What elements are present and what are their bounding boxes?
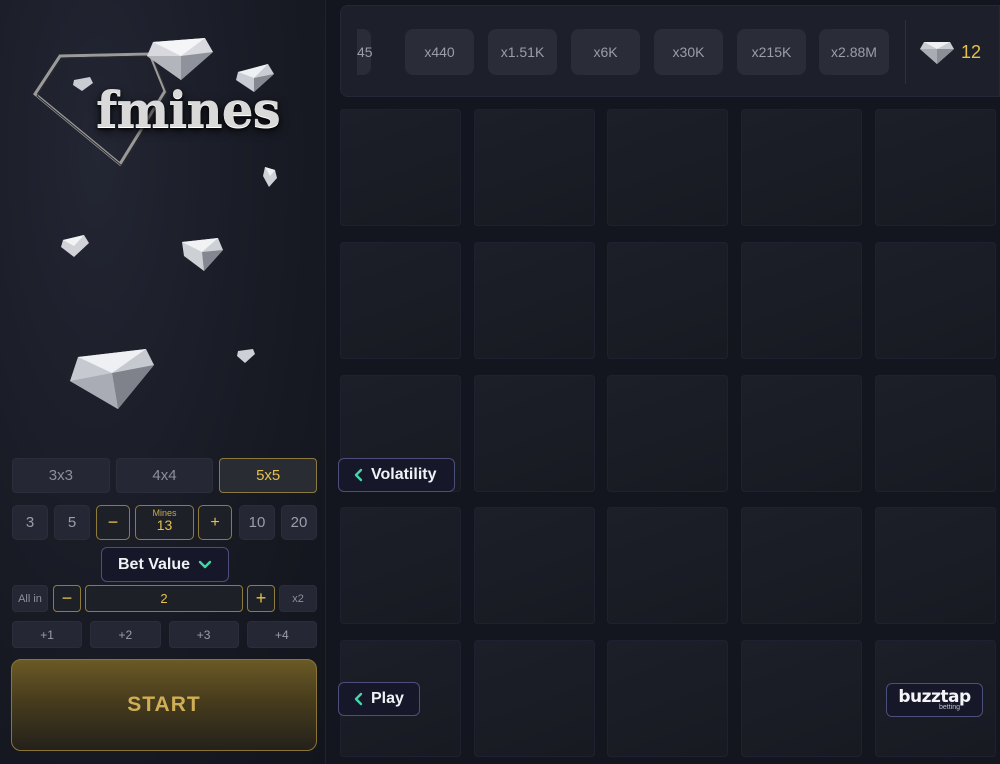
mines-increase-button[interactable]: + [198, 505, 232, 540]
multiplier-chip: x6K [571, 29, 640, 75]
grid-tile[interactable] [875, 242, 996, 359]
all-in-button[interactable]: All in [12, 585, 48, 612]
grid-size-3x3[interactable]: 3x3 [12, 458, 110, 493]
volatility-button[interactable]: Volatility [338, 458, 455, 492]
multiplier-chip: x2.88M [819, 29, 889, 75]
grid-tile[interactable] [474, 507, 595, 624]
chevron-down-icon [198, 560, 212, 568]
grid-tile[interactable] [607, 109, 728, 226]
gem-count-value: 12 [961, 41, 982, 62]
bet-decrease-button[interactable]: − [53, 585, 81, 612]
mines-preset-5[interactable]: 5 [54, 505, 90, 540]
mines-value: 13 [156, 517, 173, 533]
multiplier-chip: x215K [737, 29, 806, 75]
grid-tile[interactable] [607, 640, 728, 757]
multiplier-chip: x30K [654, 29, 723, 75]
bet-increase-button[interactable]: + [247, 585, 275, 612]
diamond-icon [236, 64, 274, 92]
diamond-icon [73, 77, 93, 91]
chevron-left-icon [354, 468, 363, 482]
start-button[interactable]: START [11, 659, 317, 751]
grid-tile[interactable] [875, 375, 996, 492]
play-label: Play [371, 690, 404, 707]
chevron-left-icon [354, 692, 363, 706]
mines-decrease-button[interactable]: − [96, 505, 130, 540]
multiplier-chip: x1.51K [488, 29, 557, 75]
grid-tile[interactable] [741, 640, 862, 757]
brand-subtitle: betting [938, 704, 961, 711]
grid-tile[interactable] [741, 242, 862, 359]
diamond-icon [147, 38, 213, 80]
grid-tile[interactable] [474, 640, 595, 757]
grid-tile[interactable] [474, 375, 595, 492]
grid-tile[interactable] [340, 507, 461, 624]
bet-amount[interactable]: 2 [85, 585, 243, 612]
bet-add-2-button[interactable]: +2 [90, 621, 161, 648]
mines-preset-3[interactable]: 3 [12, 505, 48, 540]
grid-tile[interactable] [875, 507, 996, 624]
bet-increment-buttons: +1 +2 +3 +4 [12, 621, 317, 648]
diamond-icon [182, 238, 223, 271]
diamond-icon [61, 235, 89, 257]
bet-value-toggle[interactable]: Bet Value [101, 547, 229, 582]
bet-controls: All in − 2 + x2 [12, 585, 317, 612]
bet-double-button[interactable]: x2 [279, 585, 317, 612]
mines-preset-10[interactable]: 10 [239, 505, 275, 540]
grid-tile[interactable] [607, 242, 728, 359]
grid-tile[interactable] [474, 109, 595, 226]
brand-name: buzztap [898, 687, 971, 707]
grid-tile[interactable] [340, 109, 461, 226]
grid-tile[interactable] [741, 109, 862, 226]
grid-size-4x4[interactable]: 4x4 [115, 458, 214, 493]
grid-tile[interactable] [607, 507, 728, 624]
divider [905, 20, 906, 84]
mines-preset-20[interactable]: 20 [281, 505, 317, 540]
diamond-icon [237, 349, 255, 363]
grid-tile[interactable] [741, 507, 862, 624]
grid-tile[interactable] [875, 109, 996, 226]
grid-tile[interactable] [474, 242, 595, 359]
multiplier-chip: x440 [405, 29, 474, 75]
gem-counter: 12 [919, 39, 981, 65]
diamond-icon [920, 42, 954, 64]
grid-size-selector: 3x3 4x4 5x5 [12, 458, 318, 493]
play-button[interactable]: Play [338, 682, 420, 716]
bet-add-1-button[interactable]: +1 [12, 621, 83, 648]
grid-tile[interactable] [607, 375, 728, 492]
control-panel: fmines 3x3 4x4 5x5 3 5 − Mines 13 + 10 2… [0, 0, 326, 764]
brand-logo[interactable]: buzztap betting [886, 683, 983, 717]
grid-size-5x5[interactable]: 5x5 [219, 458, 318, 493]
volatility-label: Volatility [371, 466, 437, 483]
bet-add-4-button[interactable]: +4 [246, 621, 317, 648]
mines-selector: 3 5 − Mines 13 + 10 20 [12, 505, 317, 540]
diamond-icon [70, 349, 154, 409]
multiplier-bar: 45 x440 x1.51K x6K x30K x215K x2.88M 12 [340, 5, 1000, 97]
diamond-icon [263, 167, 277, 187]
bet-value-label: Bet Value [117, 555, 191, 573]
bet-add-3-button[interactable]: +3 [168, 621, 239, 648]
grid-tile[interactable] [340, 242, 461, 359]
multiplier-chip: 45 [357, 29, 373, 75]
mines-count-display: Mines 13 [135, 505, 194, 540]
grid-tile[interactable] [741, 375, 862, 492]
